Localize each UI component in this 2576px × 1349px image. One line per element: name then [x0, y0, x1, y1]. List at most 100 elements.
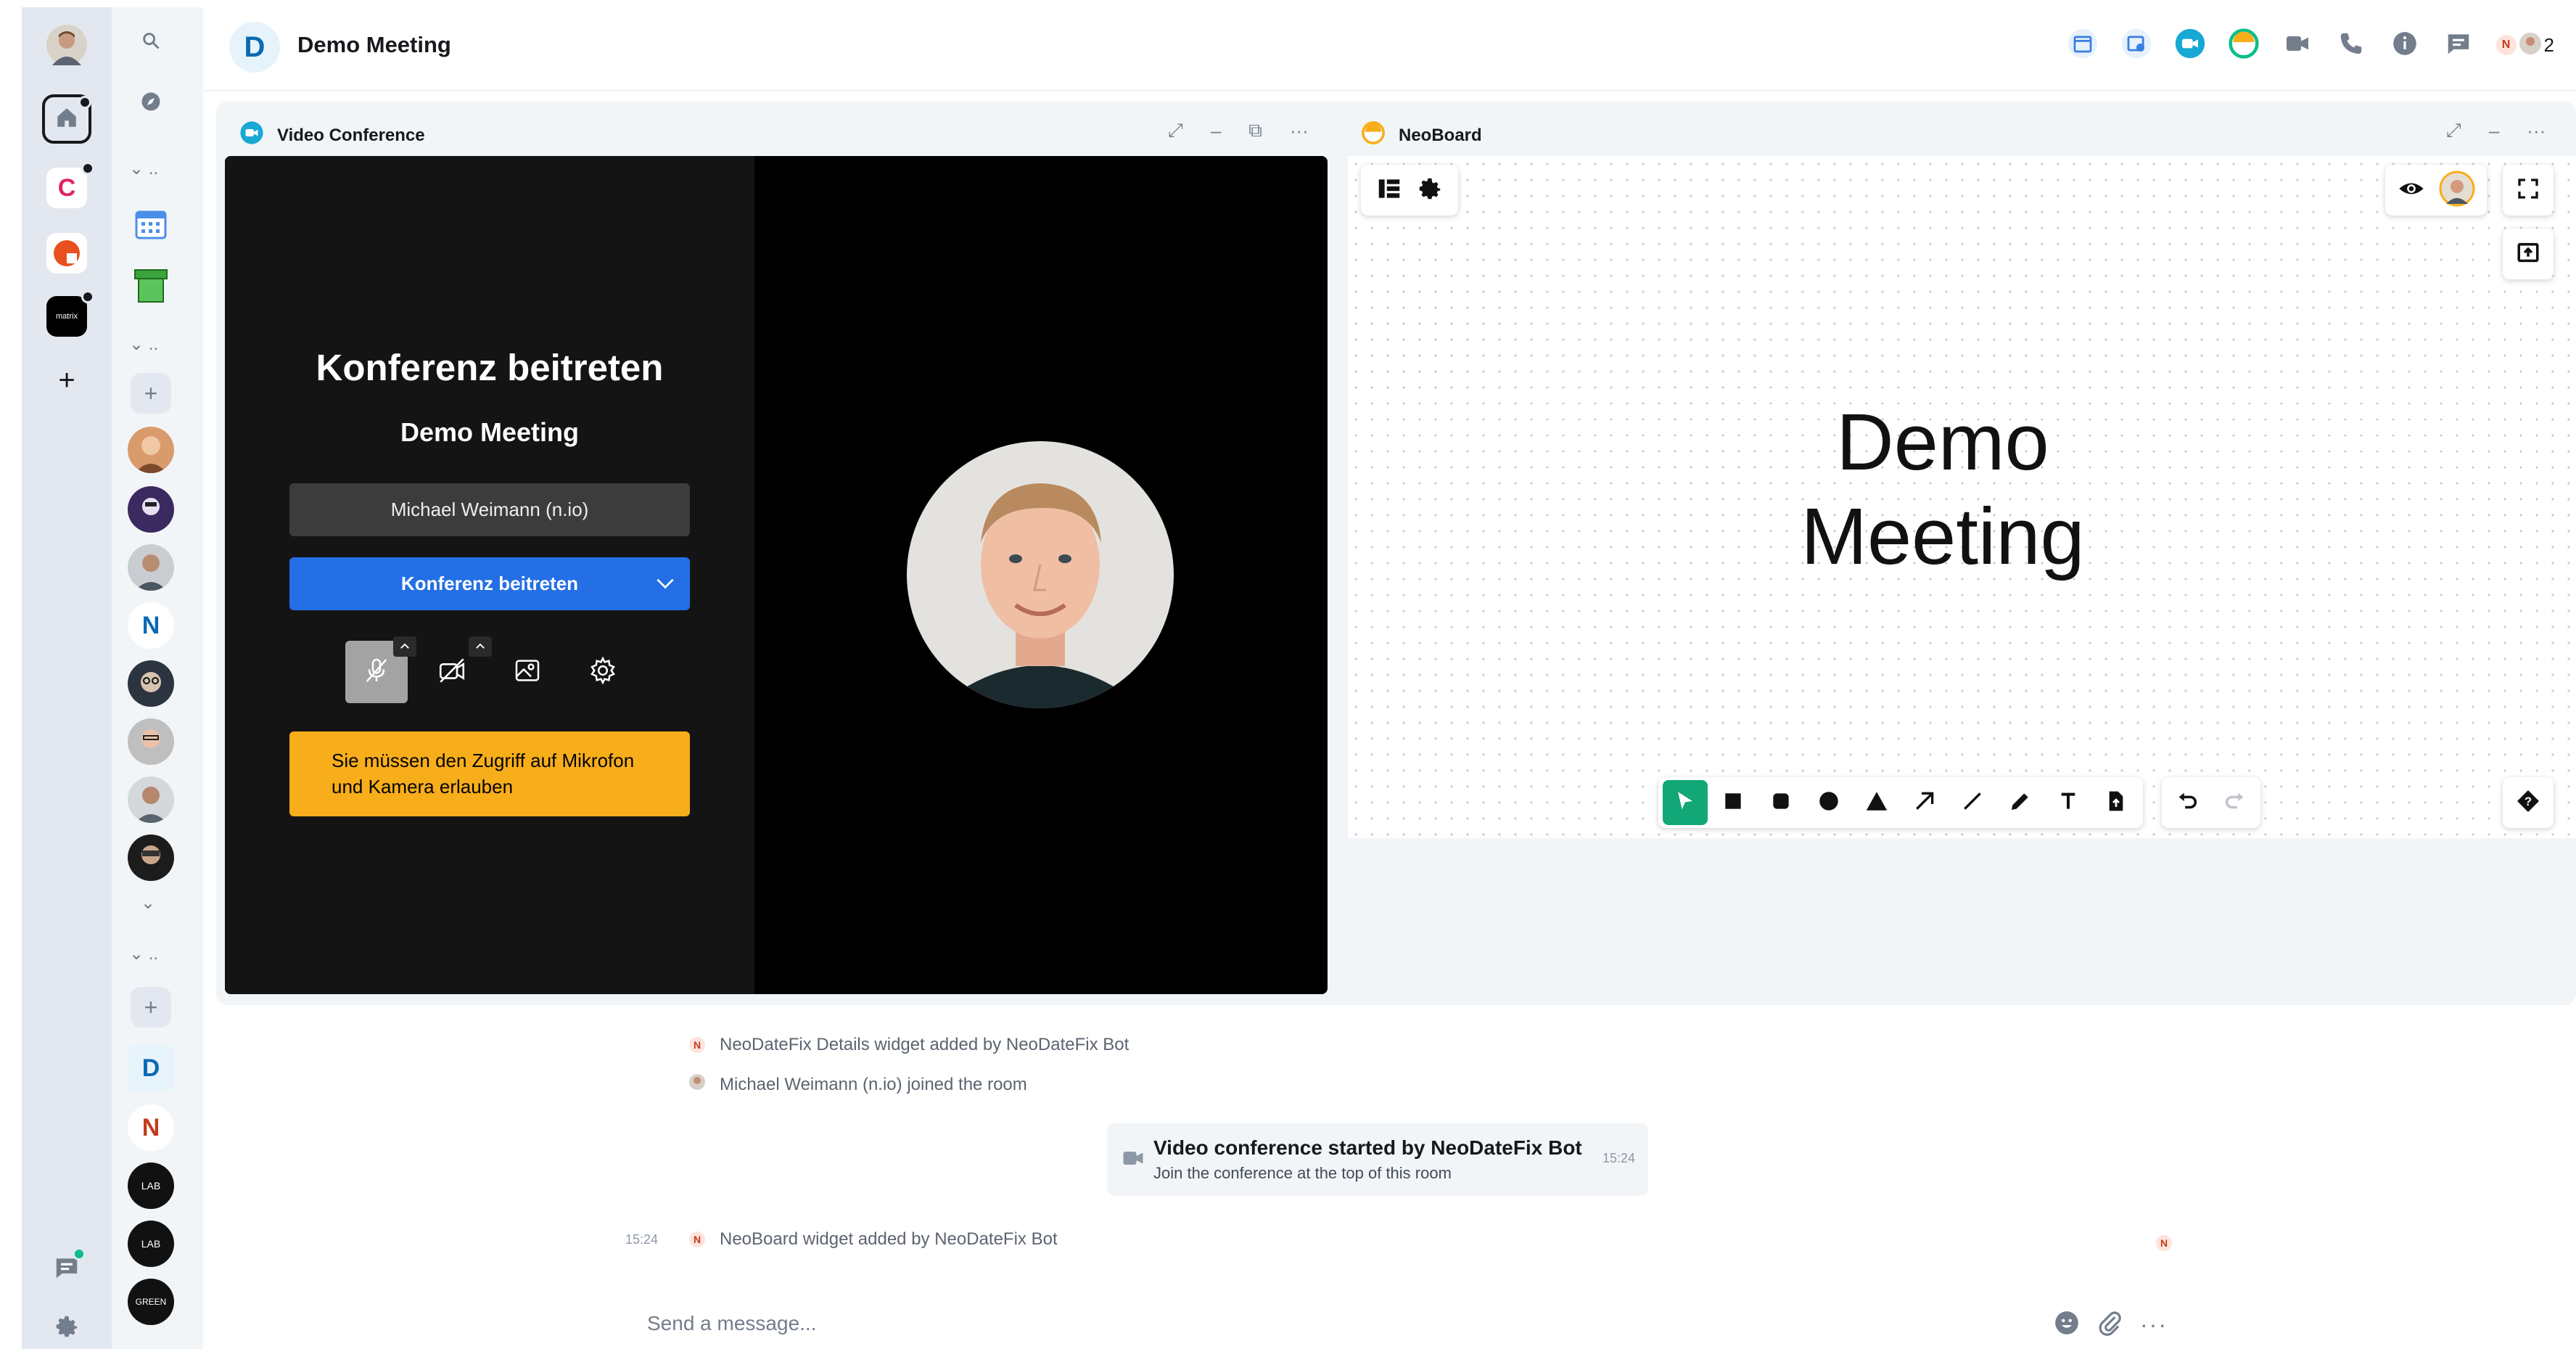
- present-button[interactable]: [2503, 229, 2554, 279]
- line-tool[interactable]: [1950, 780, 1995, 825]
- read-receipt-avatar: N: [2156, 1235, 2172, 1251]
- voice-call-button[interactable]: [2335, 29, 2367, 61]
- attachment-icon[interactable]: [2096, 1309, 2124, 1340]
- undo-button[interactable]: [2165, 780, 2210, 825]
- threads-button[interactable]: [42, 1245, 91, 1294]
- dm-avatar[interactable]: [128, 486, 174, 533]
- neoboard-canvas[interactable]: Demo Meeting ?: [1348, 156, 2576, 838]
- room-title[interactable]: Demo Meeting: [297, 32, 451, 58]
- phone-icon: [2337, 30, 2365, 61]
- chevron-down-icon: ⌄: [129, 159, 144, 179]
- room-n[interactable]: N: [128, 602, 174, 649]
- upload-tool[interactable]: [2094, 780, 2139, 825]
- home-icon: [54, 105, 79, 134]
- neoboard-widget-button[interactable]: [2228, 28, 2260, 61]
- display-name-field[interactable]: Michael Weimann (n.io): [289, 483, 690, 536]
- ellipse-tool[interactable]: [1806, 780, 1851, 825]
- gear-icon[interactable]: [1416, 175, 1444, 206]
- space-c[interactable]: C: [42, 162, 94, 213]
- calendar-room[interactable]: [131, 205, 171, 245]
- chevron-down-icon[interactable]: [654, 572, 677, 600]
- slide-text[interactable]: Demo Meeting: [1761, 395, 2124, 584]
- message-composer-input[interactable]: Send a message...: [647, 1312, 816, 1335]
- matrix-logo: matrix: [46, 296, 87, 337]
- room-avatar[interactable]: D: [229, 22, 280, 73]
- user-avatar[interactable]: [42, 20, 91, 70]
- room-d-selected[interactable]: D: [128, 1045, 174, 1091]
- emoji-icon[interactable]: [2053, 1309, 2081, 1340]
- maximise-icon[interactable]: ⤢: [1168, 119, 1183, 142]
- threads-button[interactable]: [2443, 29, 2474, 61]
- calendar-settings-button[interactable]: [2120, 28, 2152, 61]
- read-receipt[interactable]: N: [2156, 1235, 2172, 1251]
- dm-avatar[interactable]: [128, 835, 174, 881]
- add-room-button[interactable]: +: [131, 373, 171, 414]
- call-event-card[interactable]: Video conference started by NeoDateFix B…: [1107, 1123, 1648, 1196]
- pen-tool[interactable]: [1998, 780, 2043, 825]
- room-lab[interactable]: LAB: [128, 1221, 174, 1267]
- slide-list-icon[interactable]: [1375, 175, 1403, 206]
- member-list-button[interactable]: N 2: [2495, 29, 2554, 61]
- popout-icon[interactable]: ⧉: [1248, 119, 1262, 142]
- minimise-icon[interactable]: –: [1211, 120, 1221, 142]
- dm-avatar[interactable]: [128, 718, 174, 765]
- dm-avatar[interactable]: [128, 660, 174, 707]
- show-more-toggle[interactable]: ⌄: [141, 893, 155, 914]
- dm-avatar[interactable]: [128, 776, 174, 823]
- add-room-button[interactable]: +: [131, 987, 171, 1028]
- unread-dot: [81, 162, 94, 175]
- video-widget-button[interactable]: [2174, 28, 2206, 61]
- more-options-icon[interactable]: ···: [1290, 120, 1309, 142]
- settings-toggle[interactable]: [572, 641, 634, 703]
- unread-dot: [78, 96, 91, 109]
- microphone-toggle[interactable]: [345, 636, 416, 703]
- triangle-tool[interactable]: [1854, 780, 1899, 825]
- section-toggle[interactable]: ⌄ ..: [129, 334, 158, 355]
- chevron-up-icon[interactable]: [469, 636, 492, 657]
- file-upload-icon: [2104, 790, 2128, 816]
- calendar-widget-button[interactable]: [2067, 28, 2099, 61]
- more-options-icon[interactable]: ···: [2140, 1311, 2168, 1338]
- video-widget-header: Video Conference: [239, 120, 425, 150]
- more-options-icon[interactable]: ···: [2527, 120, 2546, 142]
- rectangle-tool[interactable]: [1711, 780, 1756, 825]
- chevron-up-icon[interactable]: [393, 636, 416, 657]
- minimise-icon[interactable]: –: [2489, 120, 2499, 142]
- maximise-icon[interactable]: ⤢: [2446, 119, 2461, 142]
- neoboard-widget-title: NeoBoard: [1399, 125, 1482, 145]
- fullscreen-button[interactable]: [2503, 165, 2554, 216]
- text-tool[interactable]: [2046, 780, 2091, 825]
- space-matrix[interactable]: matrix: [42, 290, 94, 341]
- dm-avatar[interactable]: [128, 544, 174, 591]
- create-space-button[interactable]: +: [42, 356, 91, 405]
- pipe-room[interactable]: [131, 267, 171, 308]
- timeline-event: N NeoDateFix Details widget added by Neo…: [689, 1035, 1129, 1055]
- arrow-tool[interactable]: [1902, 780, 1947, 825]
- dm-avatar[interactable]: [128, 427, 174, 473]
- room-n-bot[interactable]: N: [128, 1104, 174, 1151]
- room-info-button[interactable]: [2389, 29, 2421, 61]
- section-toggle[interactable]: ⌄ ..: [129, 158, 158, 179]
- section-toggle[interactable]: ⌄ ..: [129, 943, 158, 964]
- quick-settings-button[interactable]: [42, 1303, 91, 1349]
- home-button[interactable]: [42, 94, 91, 144]
- join-conference-button[interactable]: Konferenz beitreten: [289, 557, 690, 610]
- video-call-button[interactable]: [2281, 29, 2313, 61]
- room-green[interactable]: GREEN: [128, 1279, 174, 1325]
- room-lab[interactable]: LAB: [128, 1163, 174, 1209]
- text-icon: [2057, 790, 2080, 816]
- space-orange[interactable]: [42, 229, 91, 278]
- explore-button[interactable]: [131, 83, 171, 123]
- search-button[interactable]: [131, 22, 171, 62]
- permission-warning: Sie müssen den Zugriff auf Mikrofon und …: [289, 731, 690, 816]
- redo-button[interactable]: [2213, 780, 2258, 825]
- timeline-event: Michael Weimann (n.io) joined the room: [689, 1074, 1027, 1095]
- camera-toggle[interactable]: [421, 636, 492, 703]
- rounded-rectangle-tool[interactable]: [1758, 780, 1803, 825]
- background-toggle[interactable]: [496, 641, 559, 703]
- help-button[interactable]: ?: [2503, 777, 2554, 828]
- event-timestamp: 15:24: [625, 1232, 659, 1247]
- present-icon: [2516, 240, 2540, 268]
- eye-icon[interactable]: [2397, 174, 2426, 207]
- select-tool[interactable]: [1663, 780, 1708, 825]
